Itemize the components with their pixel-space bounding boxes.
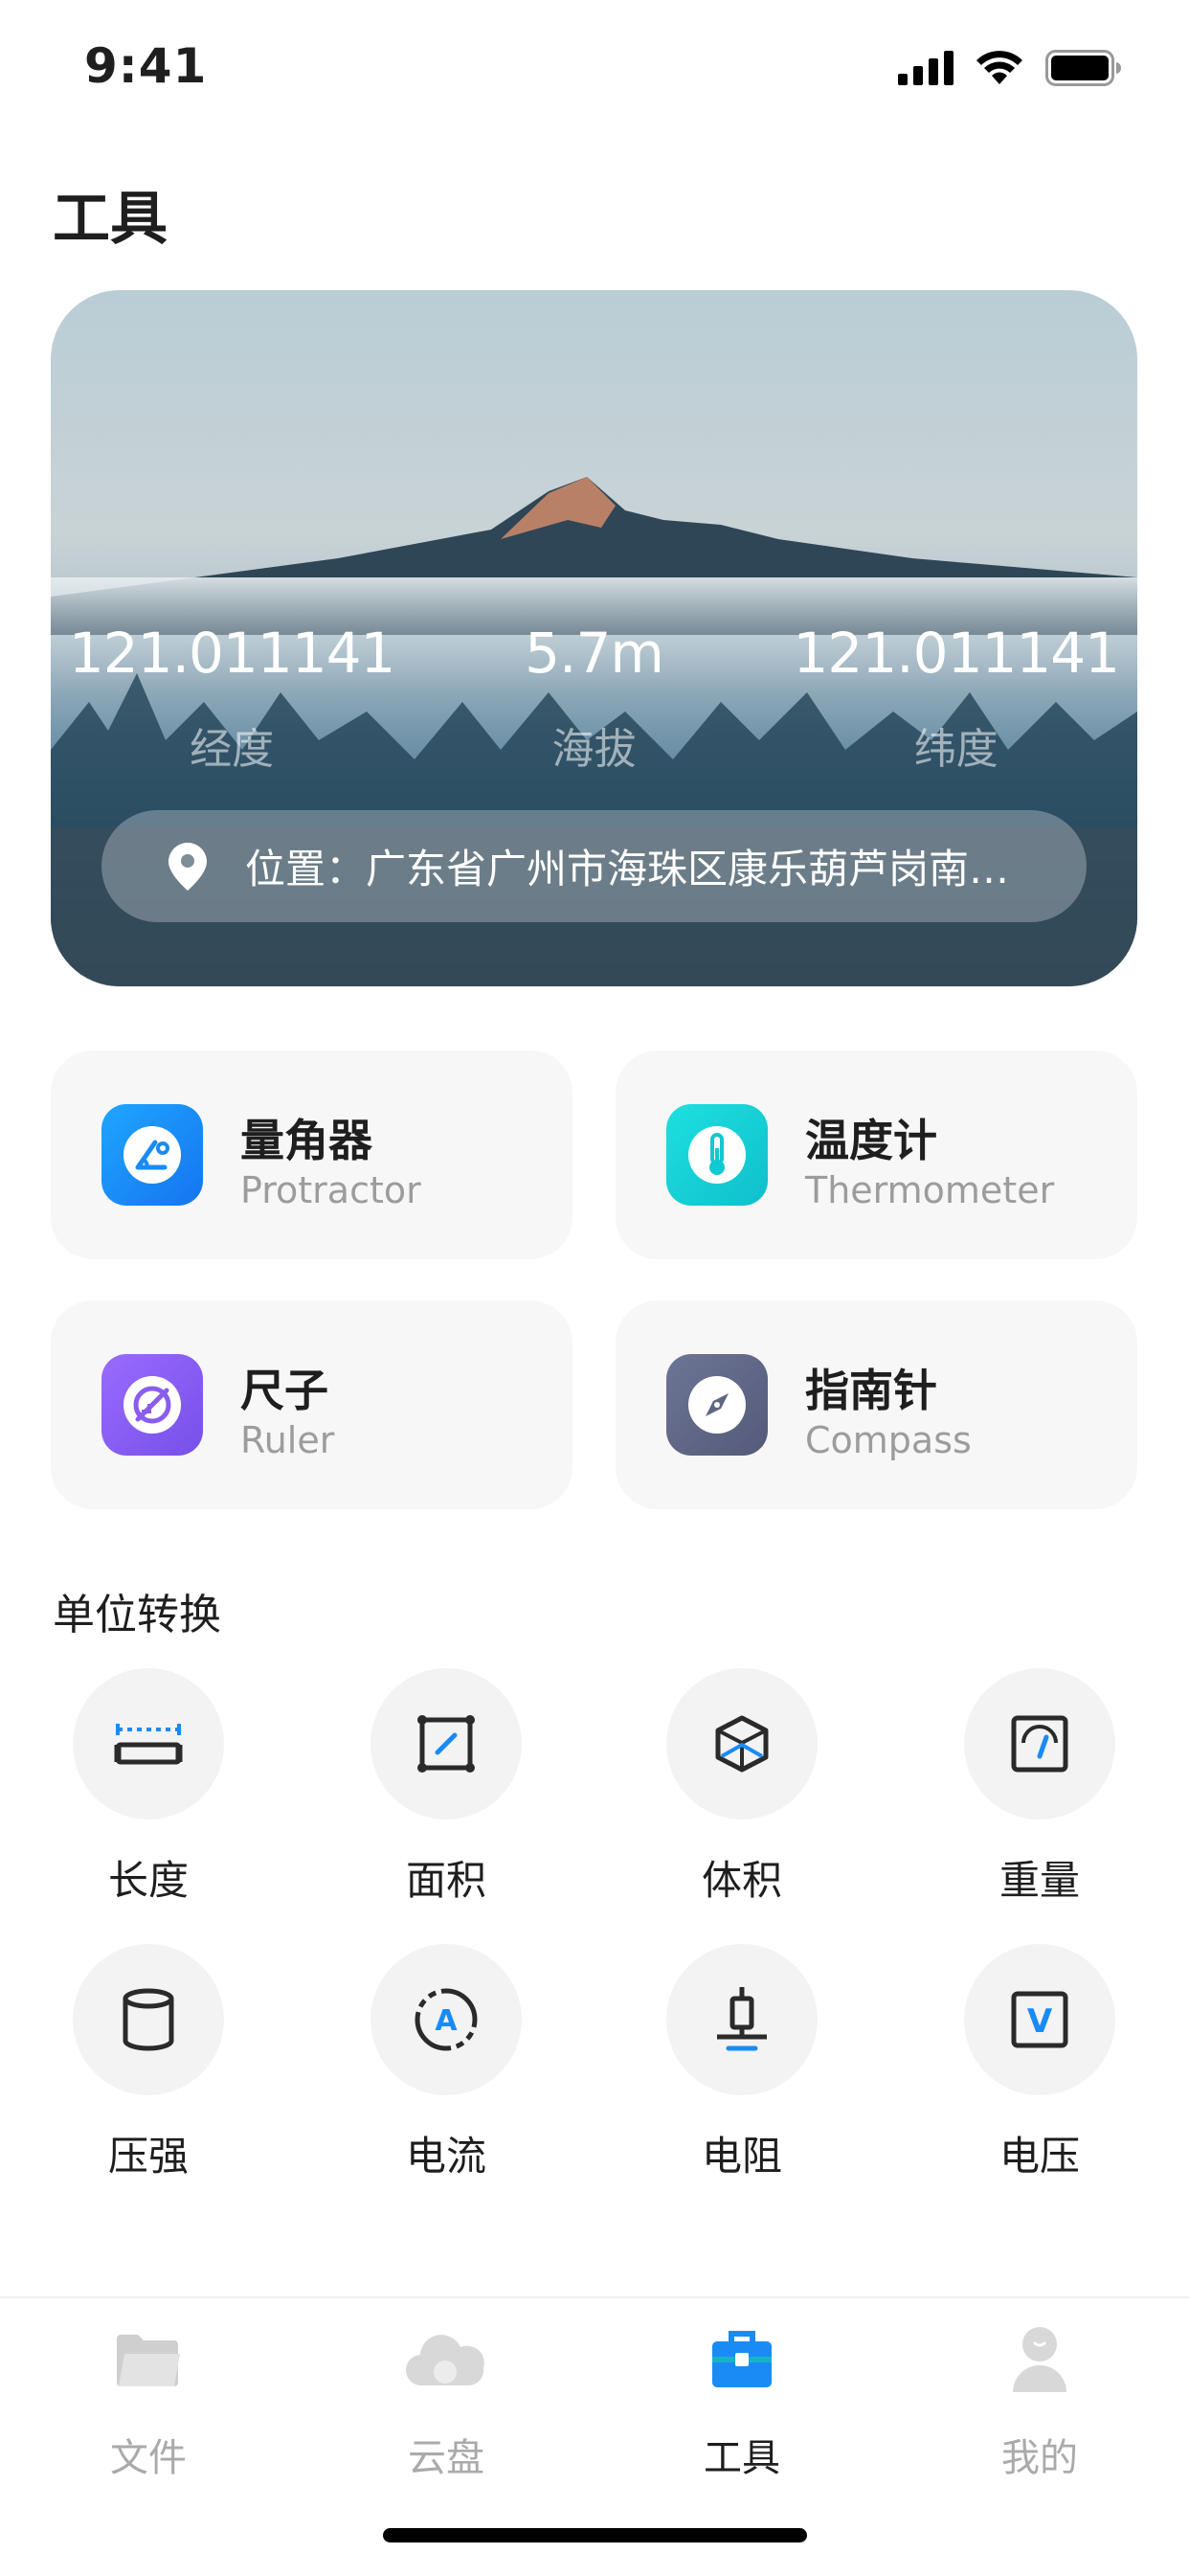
tool-card-thermometer[interactable]: 温度计 Thermometer [616, 1051, 1137, 1259]
latitude-stat: 121.011141 纬度 [775, 621, 1137, 776]
svg-text:A: A [435, 2004, 458, 2038]
unit-label: 体积 [701, 1857, 782, 1904]
tool-subtitle: Ruler [240, 1419, 335, 1461]
unit-item-length[interactable]: 长度 [53, 1668, 244, 1907]
location-text: 位置：广东省广州市海珠区康乐葫芦岗南大街 [245, 846, 1039, 893]
cellular-signal-icon [898, 51, 953, 85]
status-icons [898, 50, 1122, 86]
compass-icon [666, 1354, 768, 1456]
svg-text:V: V [1027, 2002, 1053, 2041]
unit-label: 重量 [998, 1857, 1080, 1904]
voltage-icon: V [964, 1944, 1115, 2095]
page-title: 工具 [53, 186, 168, 253]
pressure-icon [73, 1944, 224, 2095]
tool-name: 量角器 [240, 1115, 372, 1166]
status-bar: 9:41 [0, 0, 1189, 134]
tab-cloud[interactable]: 云盘 [350, 2321, 542, 2482]
tool-name: 温度计 [805, 1115, 937, 1166]
status-time: 9:41 [84, 38, 208, 94]
current-icon: A [370, 1944, 522, 2095]
unit-item-volume[interactable]: 体积 [646, 1668, 838, 1907]
unit-label: 电阻 [701, 2133, 782, 2180]
tab-me[interactable]: 我的 [944, 2321, 1135, 2482]
volume-icon [666, 1668, 818, 1819]
tool-name: 指南针 [805, 1365, 937, 1416]
unit-item-current[interactable]: A 电流 [350, 1944, 542, 2182]
unit-item-resistance[interactable]: 电阻 [646, 1944, 838, 2182]
folder-icon [53, 2321, 244, 2398]
tool-card-protractor[interactable]: 量角器 Protractor [51, 1051, 572, 1259]
tab-label: 文件 [110, 2436, 187, 2480]
tool-name: 尺子 [240, 1365, 328, 1416]
altitude-label: 海拔 [551, 725, 637, 774]
location-hero-card: 121.011141 经度 5.7m 海拔 121.011141 纬度 位置：广… [51, 290, 1137, 986]
unit-label: 面积 [405, 1857, 486, 1904]
longitude-value: 121.011141 [68, 621, 396, 686]
tool-card-ruler[interactable]: 尺子 Ruler [51, 1300, 572, 1509]
user-icon [944, 2321, 1135, 2398]
ruler-icon [101, 1354, 203, 1456]
tool-subtitle: Compass [805, 1419, 972, 1461]
latitude-label: 纬度 [913, 725, 998, 774]
tab-label: 我的 [1001, 2436, 1078, 2480]
tab-files[interactable]: 文件 [53, 2321, 244, 2482]
longitude-label: 经度 [190, 725, 275, 774]
toolbox-icon [646, 2321, 838, 2398]
latitude-value: 121.011141 [793, 621, 1121, 686]
tab-label: 云盘 [408, 2436, 484, 2480]
tool-subtitle: Protractor [240, 1169, 421, 1211]
location-pin-icon [168, 842, 207, 891]
battery-icon [1045, 50, 1122, 86]
unit-conversion-title: 单位转换 [53, 1591, 221, 1639]
unit-label: 电压 [998, 2133, 1080, 2180]
home-indicator [383, 2528, 807, 2542]
protractor-icon [101, 1104, 203, 1206]
tab-tools[interactable]: 工具 [646, 2321, 838, 2482]
location-pill[interactable]: 位置：广东省广州市海珠区康乐葫芦岗南大街 [101, 810, 1087, 922]
resistance-icon [666, 1944, 818, 2095]
location-stats: 121.011141 经度 5.7m 海拔 121.011141 纬度 [51, 621, 1137, 776]
unit-label: 长度 [107, 1857, 189, 1904]
unit-label: 压强 [107, 2133, 189, 2180]
longitude-stat: 121.011141 经度 [51, 621, 413, 776]
weight-icon [964, 1668, 1115, 1819]
area-icon [370, 1668, 522, 1819]
altitude-stat: 5.7m 海拔 [413, 621, 774, 776]
tab-label: 工具 [704, 2436, 780, 2480]
unit-item-voltage[interactable]: V 电压 [944, 1944, 1135, 2182]
unit-label: 电流 [405, 2133, 486, 2180]
unit-item-area[interactable]: 面积 [350, 1668, 542, 1907]
tool-card-compass[interactable]: 指南针 Compass [616, 1300, 1137, 1509]
thermometer-icon [666, 1104, 768, 1206]
unit-item-pressure[interactable]: 压强 [53, 1944, 244, 2182]
unit-item-weight[interactable]: 重量 [944, 1668, 1135, 1907]
cloud-icon [350, 2321, 542, 2398]
length-icon [73, 1668, 224, 1819]
tool-subtitle: Thermometer [805, 1169, 1055, 1211]
wifi-icon [975, 50, 1024, 86]
altitude-value: 5.7m [525, 621, 664, 686]
